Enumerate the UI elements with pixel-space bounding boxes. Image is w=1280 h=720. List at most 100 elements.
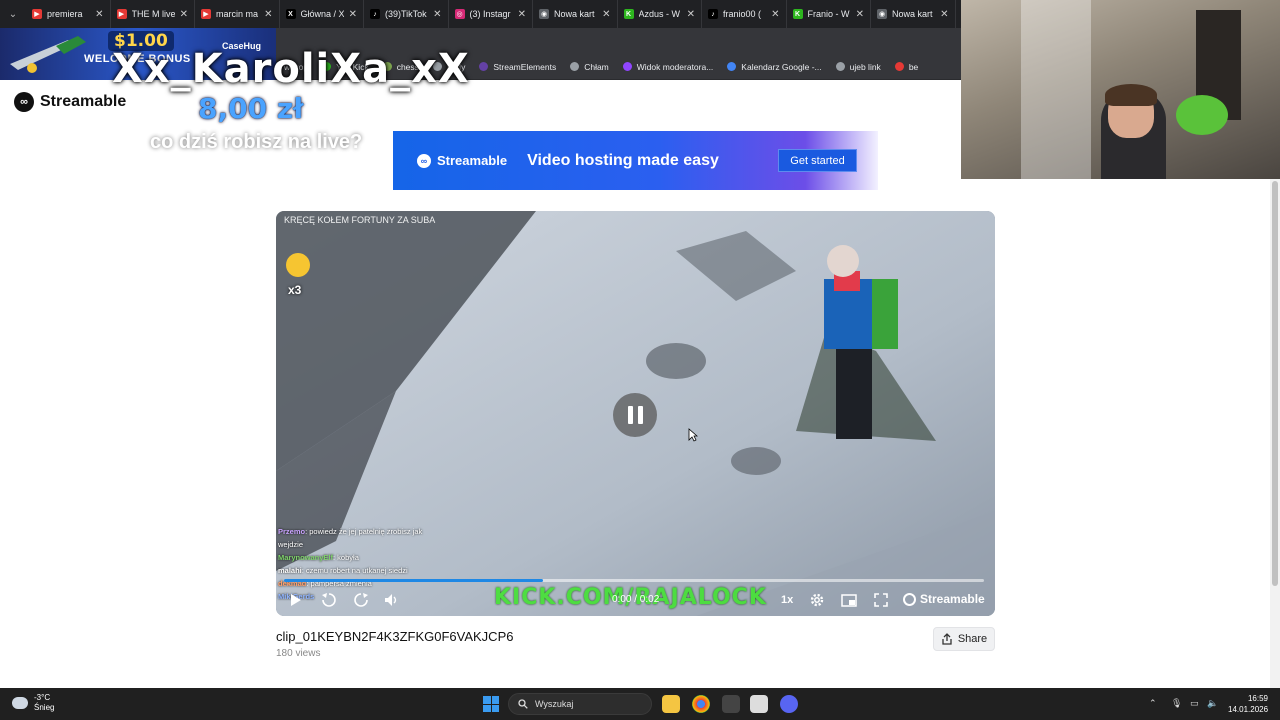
donation-message: co dziś robisz na live? bbox=[150, 131, 363, 153]
tab-close-icon[interactable]: ✕ bbox=[856, 9, 864, 20]
tab-close-icon[interactable]: ✕ bbox=[264, 9, 272, 20]
donor-name: Xx_KaroliXa_xX bbox=[112, 46, 470, 92]
play-icon bbox=[291, 594, 301, 606]
bookmark-label: StreamElements bbox=[493, 61, 557, 72]
browser-tab[interactable]: X Główna / X ✕ bbox=[280, 0, 364, 28]
fullscreen-button[interactable] bbox=[872, 591, 890, 609]
file-explorer-icon[interactable] bbox=[662, 695, 680, 713]
start-button[interactable] bbox=[483, 696, 499, 712]
chat-username: MarynowanyElf bbox=[278, 553, 334, 562]
weather-widget[interactable]: -3°C Śnieg bbox=[12, 693, 54, 713]
tab-close-icon[interactable]: ✕ bbox=[349, 9, 357, 20]
webcam-streamer-hair bbox=[1105, 84, 1157, 106]
pause-bar-right bbox=[637, 406, 643, 424]
video-time: 0:00 / 0:02 bbox=[612, 594, 660, 605]
game-launcher-icon[interactable] bbox=[722, 695, 740, 713]
bookmark-item[interactable]: ujeb link bbox=[835, 62, 881, 72]
tab-close-icon[interactable]: ✕ bbox=[95, 9, 103, 20]
browser-tab[interactable]: ▶ THE M live ✕ bbox=[111, 0, 195, 28]
emote-multiplier: x3 bbox=[288, 283, 302, 297]
streamable-logo[interactable]: ∞ Streamable bbox=[14, 92, 126, 112]
streamable-icon bbox=[903, 592, 916, 606]
pause-button-center[interactable] bbox=[613, 393, 657, 437]
tab-close-icon[interactable]: ✕ bbox=[771, 9, 779, 20]
picture-in-picture-icon bbox=[841, 593, 857, 607]
browser-tab[interactable]: ◎ (3) Instagr ✕ bbox=[449, 0, 533, 28]
browser-tab[interactable]: ♪ franio00 (✕ bbox=[702, 0, 787, 28]
video-progress-bar[interactable] bbox=[284, 579, 984, 582]
pip-button[interactable] bbox=[840, 591, 858, 609]
tab-favicon-icon: ◎ bbox=[454, 9, 465, 19]
clock-date: 14.01.2026 bbox=[1228, 705, 1269, 714]
share-label: Share bbox=[957, 633, 988, 645]
chat-message: Przemo: powiedz że jej patelnię zrobisz … bbox=[278, 525, 448, 551]
tab-close-icon[interactable]: ✕ bbox=[180, 9, 188, 20]
discord-icon[interactable] bbox=[780, 695, 798, 713]
bookmark-item[interactable]: Kalendarz Google -... bbox=[727, 62, 822, 72]
browser-tab[interactable]: K Azdus - W ✕ bbox=[618, 0, 702, 28]
player-brand-link[interactable]: Streamable bbox=[903, 592, 985, 606]
settings-button[interactable] bbox=[808, 591, 826, 609]
fullscreen-icon bbox=[874, 593, 888, 607]
microphone-icon[interactable]: 🎙 bbox=[1171, 698, 1182, 709]
pause-bar-left bbox=[627, 406, 633, 424]
webcam-window-light bbox=[1021, 0, 1091, 179]
tab-close-icon[interactable]: ✕ bbox=[602, 9, 610, 20]
logo-text: Streamable bbox=[40, 93, 127, 110]
tab-close-icon[interactable]: ✕ bbox=[687, 9, 695, 20]
volume-button[interactable] bbox=[382, 591, 400, 609]
bookmark-label: be bbox=[908, 61, 919, 72]
chat-text: : czemu robert na utkanej siedzi bbox=[301, 566, 408, 575]
tab-close-icon[interactable]: ✕ bbox=[518, 9, 526, 20]
tab-title: franio00 ( bbox=[723, 9, 762, 19]
tab-close-icon[interactable]: ✕ bbox=[433, 9, 441, 20]
network-icon[interactable]: ▭ bbox=[1190, 698, 1199, 709]
bookmark-item[interactable]: be bbox=[894, 61, 919, 72]
bookmark-item[interactable]: StreamElements bbox=[479, 62, 556, 72]
tab-title: marcin ma bbox=[216, 9, 259, 19]
browser-tab[interactable]: ▶ marcin ma ✕ bbox=[195, 0, 280, 28]
taskbar-search[interactable]: Wyszukaj bbox=[508, 693, 652, 715]
tab-favicon-icon: ▶ bbox=[116, 9, 127, 19]
mouse-cursor-icon bbox=[688, 428, 698, 442]
tray-chevron-icon[interactable]: ⌃ bbox=[1149, 698, 1157, 709]
tab-strip: ▶ premiera ✕ ▶ THE M live ✕ ▶ marcin ma ✕ X Główna… bbox=[26, 0, 956, 28]
weather-condition: Śnieg bbox=[34, 703, 55, 712]
tab-title: Azdus - W bbox=[638, 9, 681, 19]
chat-text: : kobyła bbox=[333, 553, 359, 562]
document-app-icon[interactable] bbox=[750, 695, 768, 713]
volume-icon bbox=[385, 594, 397, 606]
speaker-icon[interactable]: 🔈 bbox=[1207, 698, 1218, 709]
rewind-button[interactable] bbox=[320, 591, 338, 609]
forward-button[interactable] bbox=[352, 591, 370, 609]
browser-tab[interactable]: ▶ premiera ✕ bbox=[26, 0, 111, 28]
scrollbar-thumb[interactable] bbox=[1272, 181, 1278, 586]
ad-banner[interactable]: ∞ Streamable Video hosting made easy Get… bbox=[393, 131, 878, 190]
tab-favicon-icon: K bbox=[792, 9, 803, 19]
tab-favicon-icon: X bbox=[285, 9, 296, 19]
browser-tab[interactable]: ◉ Nowa kart ✕ bbox=[533, 0, 618, 28]
taskbar-clock[interactable]: 16:59 14.01.2026 bbox=[1228, 693, 1268, 715]
browser-tab[interactable]: ◉ Nowa kart ✕ bbox=[871, 0, 956, 28]
browser-tab[interactable]: K Franio - W ✕ bbox=[787, 0, 871, 28]
play-button[interactable] bbox=[288, 591, 304, 609]
bookmark-item[interactable]: Chłam bbox=[570, 62, 609, 72]
tab-favicon-icon: ◉ bbox=[877, 9, 887, 19]
weather-snow-icon bbox=[12, 697, 28, 709]
tab-search-chevron-icon[interactable]: ⌄ bbox=[0, 0, 26, 28]
playback-speed-button[interactable]: 1x bbox=[781, 594, 793, 606]
donation-amount: 8,00 zł bbox=[198, 92, 304, 125]
tab-favicon-icon: ▶ bbox=[201, 9, 211, 19]
tab-favicon-icon: ♪ bbox=[370, 9, 380, 19]
browser-tab[interactable]: ♪ (39)TikTok ✕ bbox=[364, 0, 449, 28]
get-started-button[interactable]: Get started bbox=[778, 149, 857, 172]
video-player[interactable]: KRĘCĘ KOŁEM FORTUNY ZA SUBA x3 Przemo: p… bbox=[276, 211, 995, 616]
chrome-icon[interactable] bbox=[692, 695, 710, 713]
bookmark-favicon-icon bbox=[727, 62, 737, 71]
stream-caption: KRĘCĘ KOŁEM FORTUNY ZA SUBA bbox=[284, 215, 436, 225]
clip-views: 180 views bbox=[276, 648, 321, 659]
share-button[interactable]: Share bbox=[933, 627, 995, 651]
tab-close-icon[interactable]: ✕ bbox=[940, 9, 948, 20]
gear-icon bbox=[810, 593, 824, 607]
bookmark-item[interactable]: Widok moderatora... bbox=[622, 62, 713, 72]
